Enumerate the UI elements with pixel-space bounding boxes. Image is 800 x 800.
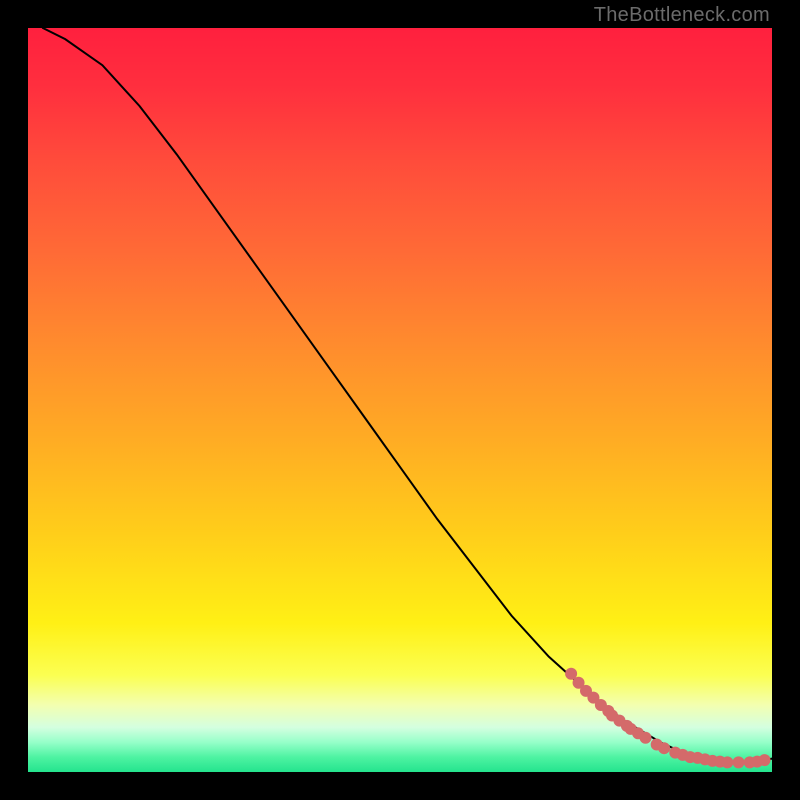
- data-point: [658, 742, 670, 754]
- data-point: [640, 732, 652, 744]
- data-point: [733, 756, 745, 768]
- chart-container: TheBottleneck.com: [0, 0, 800, 800]
- data-point: [759, 754, 771, 766]
- data-point: [721, 756, 733, 768]
- plot-area: [28, 28, 772, 772]
- bottleneck-curve: [43, 28, 772, 762]
- watermark-text: TheBottleneck.com: [594, 4, 770, 27]
- chart-svg: [28, 28, 772, 772]
- data-points-group: [565, 668, 770, 769]
